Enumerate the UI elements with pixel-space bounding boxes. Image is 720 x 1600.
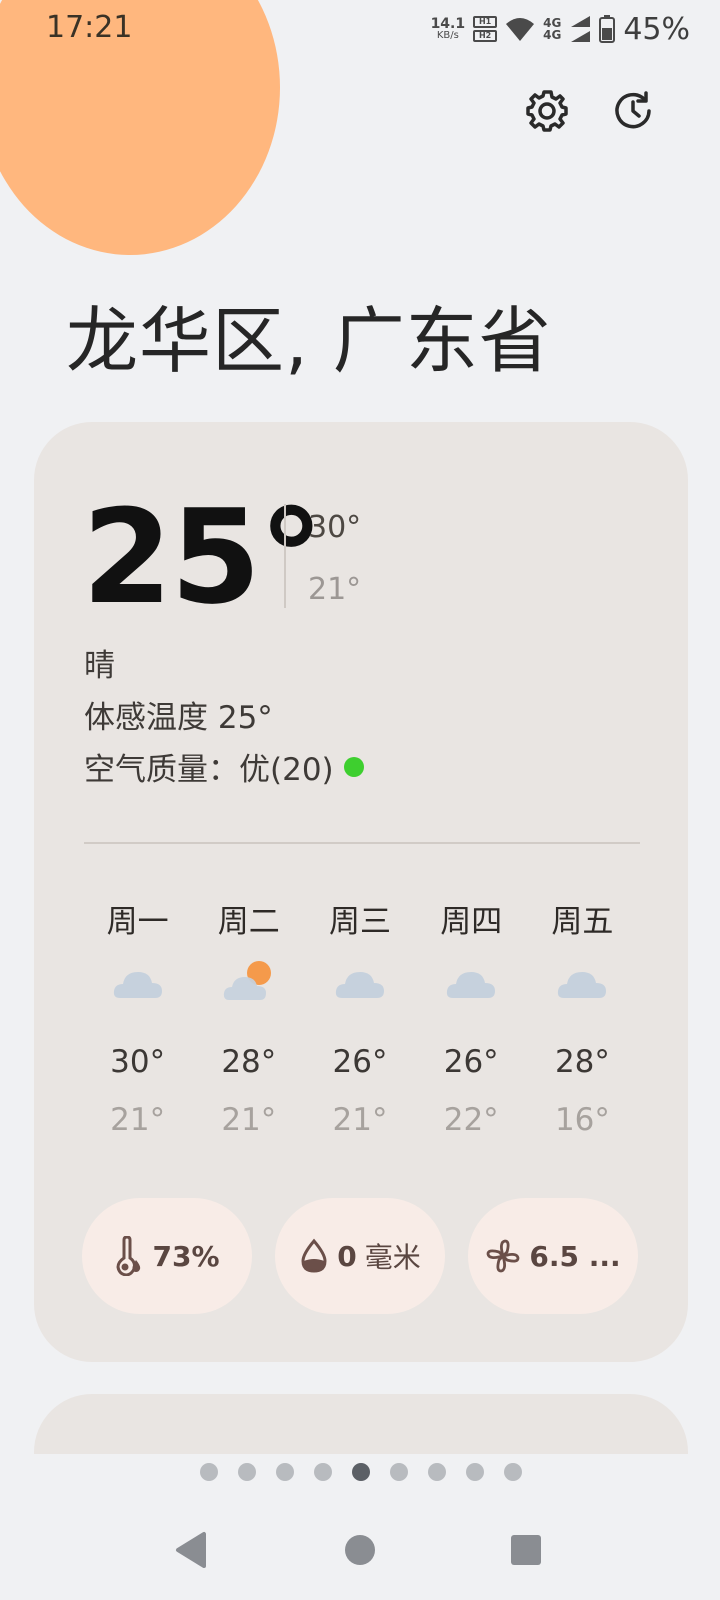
recents-square-icon [511,1535,541,1565]
forecast-day-name: 周五 [551,904,614,940]
history-button[interactable] [606,84,660,138]
air-quality-value: 优(20) [239,752,334,788]
battery-percent: 45% [623,11,690,47]
forecast-high: 28° [554,1044,610,1080]
humidity-value: 73% [152,1239,220,1273]
next-card-peek[interactable] [34,1394,688,1454]
home-circle-icon [345,1535,375,1565]
page-dot[interactable] [352,1463,370,1481]
page-indicator [200,1463,522,1481]
precipitation-unit: 毫米 [364,1241,421,1274]
forecast-day[interactable]: 周四 26° 22° [416,896,527,1138]
forecast-low: 16° [554,1102,610,1138]
page-dot[interactable] [466,1463,484,1481]
forecast-day[interactable]: 周一 30° 21° [82,896,193,1138]
cloud-icon [332,960,388,1004]
weather-details: 73% 0 毫米 6.5 ... [82,1198,638,1314]
forecast-high: 30° [110,1044,166,1080]
battery-icon [599,15,616,43]
network-speed: 14.1 KB/s [431,17,466,41]
status-icons: 14.1 KB/s H1 H2 4G 4G 45% [431,11,690,47]
forecast-day-name: 周四 [440,904,503,940]
weather-condition: 晴 [84,648,115,684]
temperature-divider [284,504,286,608]
air-quality-indicator [343,756,364,777]
location-title: 龙华区, 广东省 [66,299,552,383]
navigation-bar [0,1500,720,1600]
thermometer-humidity-icon [116,1236,141,1276]
mobile-network-type: 4G 4G [543,17,561,41]
daily-forecast: 周一 30° 21° 周二 28° 21° 周三 26° 21° 周四 26° … [82,896,638,1138]
status-time: 17:21 [46,10,133,45]
precipitation-value: 0 [337,1239,357,1273]
history-icon [615,91,651,129]
forecast-day[interactable]: 周二 28° 21° [193,896,304,1138]
forecast-day-name: 周三 [329,904,391,940]
forecast-day-name: 周二 [217,904,280,940]
forecast-day[interactable]: 周三 26° 21° [304,896,415,1138]
today-low: 21° [308,572,362,607]
wind-chip[interactable]: 6.5 ... [468,1198,638,1314]
card-divider [84,842,640,844]
network-speed-value: 14.1 [430,16,466,32]
forecast-high: 28° [221,1044,277,1080]
air-quality-label: 空气质量： [84,752,239,788]
forecast-low: 21° [332,1102,388,1138]
home-button[interactable] [330,1520,390,1580]
network-type-bottom: 4G [543,28,562,42]
signal-icon [571,16,591,42]
weather-card: 25° 30° 21° 晴 体感温度 25° 空气质量： 优(20) 周一 30… [34,422,688,1362]
page-dot[interactable] [276,1463,294,1481]
forecast-low: 21° [110,1102,166,1138]
wind-value: 6.5 ... [529,1239,621,1273]
forecast-high: 26° [443,1044,499,1080]
cloud-icon [110,960,166,1004]
air-quality: 空气质量： 优(20) [84,744,364,789]
page-dot[interactable] [504,1463,522,1481]
status-bar: 17:21 14.1 KB/s H1 H2 4G 4G 45% [0,0,720,60]
network-speed-unit: KB/s [436,30,459,41]
raindrop-icon [301,1238,327,1273]
forecast-high: 26° [332,1044,388,1080]
recents-button[interactable] [496,1520,556,1580]
forecast-day[interactable]: 周五 28° 16° [527,896,638,1138]
page-dot[interactable] [238,1463,256,1481]
page-dot[interactable] [200,1463,218,1481]
wifi-icon [506,18,535,41]
forecast-low: 22° [443,1102,499,1138]
fan-icon [486,1239,520,1273]
page-dot[interactable] [390,1463,408,1481]
page-dot[interactable] [428,1463,446,1481]
sim2-label: H2 [473,30,498,42]
forecast-day-name: 周一 [106,904,169,940]
precipitation-chip[interactable]: 0 毫米 [275,1198,445,1314]
sim1-label: H1 [473,16,498,28]
cloud-icon [443,960,499,1004]
page-dot[interactable] [314,1463,332,1481]
feels-like: 体感温度 25° [84,700,273,736]
partly-sunny-icon [221,960,277,1004]
back-button[interactable] [162,1520,222,1580]
sim-icon: H1 H2 [473,16,498,42]
cloud-icon [554,960,610,1004]
forecast-low: 21° [221,1102,277,1138]
gear-icon [526,90,568,132]
today-high: 30° [308,510,362,545]
back-triangle-icon [176,1532,206,1568]
humidity-chip[interactable]: 73% [82,1198,252,1314]
settings-button[interactable] [520,84,574,138]
